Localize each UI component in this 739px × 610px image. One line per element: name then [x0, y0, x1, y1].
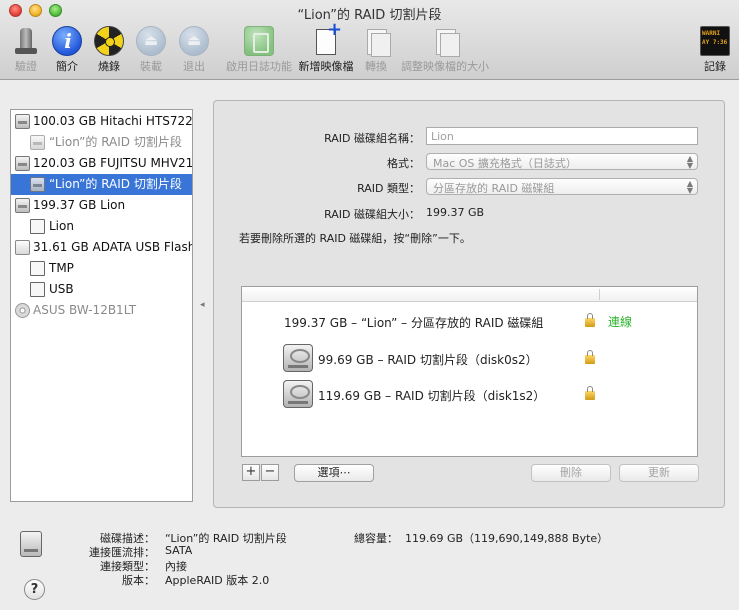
enable-journaling-button[interactable]: 啟用日誌功能 — [219, 26, 299, 74]
hard-disk-icon — [15, 114, 30, 129]
add-button[interactable]: + — [242, 464, 260, 481]
raid-size-label: RAID 磁碟組大小： — [324, 208, 420, 221]
volume-icon — [30, 261, 45, 276]
sidebar-item-optical-drive[interactable]: ASUS BW-12B1LT — [11, 300, 192, 321]
raid-set-row[interactable]: 199.37 GB – “Lion” – 分區存放的 RAID 磁碟組 連線 — [242, 307, 697, 337]
lock-icon — [585, 386, 595, 400]
raid-slice-icon — [30, 177, 45, 192]
sidebar-item-usb-volume[interactable]: USB — [11, 279, 192, 300]
sidebar-item-adata-usb[interactable]: 31.61 GB ADATA USB Flash... — [11, 237, 192, 258]
sidebar-item-fujitsu-disk[interactable]: 120.03 GB FUJITSU MHV21... — [11, 153, 192, 174]
delete-hint: 若要刪除所選的 RAID 磁碟組，按“刪除”一下。 — [239, 232, 471, 245]
usb-drive-icon — [15, 240, 30, 255]
sidebar-item-raid-slice-2[interactable]: “Lion”的 RAID 切割片段 — [11, 174, 192, 195]
update-button[interactable]: 更新 — [619, 464, 699, 482]
sidebar-item-raid-slice-1[interactable]: “Lion”的 RAID 切割片段 — [11, 132, 192, 153]
volume-icon — [30, 282, 45, 297]
hard-disk-icon — [283, 380, 313, 408]
journal-icon — [244, 26, 274, 56]
raid-slice-icon — [30, 135, 45, 150]
info-icon — [52, 26, 83, 56]
raid-type-popup[interactable]: 分區存放的 RAID 磁碟組 ▲ ▼ — [426, 178, 698, 195]
remove-button[interactable]: − — [261, 464, 279, 481]
hard-disk-icon — [283, 344, 313, 372]
raid-name-label: RAID 磁碟組名稱： — [324, 132, 420, 145]
version-value: AppleRAID 版本 2.0 — [165, 574, 270, 587]
version-label: 版本： — [122, 574, 155, 587]
raid-name-field[interactable]: Lion — [426, 127, 698, 145]
sidebar-splitter-handle[interactable]: ◂ — [200, 300, 205, 310]
disk-utility-window: “Lion”的 RAID 切割片段 驗證 簡介 燒錄 裝載 退出 啟用日誌功能 … — [0, 0, 739, 610]
resize-image-icon — [430, 26, 460, 57]
lock-icon — [585, 350, 595, 364]
hard-disk-icon — [15, 156, 30, 171]
sidebar-item-tmp-volume[interactable]: TMP — [11, 258, 192, 279]
log-console-icon: WARNI AY 7:36 — [700, 26, 730, 56]
raid-panel: RAID 磁碟組名稱： Lion 格式： Mac OS 擴充格式（日誌式） ▲ ▼… — [213, 100, 725, 508]
eject-icon — [179, 26, 209, 56]
popup-arrows-icon: ▲ ▼ — [686, 179, 693, 195]
connection-bus-value: SATA — [165, 544, 193, 557]
lock-icon — [585, 313, 595, 327]
resize-image-button[interactable]: 調整映像檔的大小 — [397, 26, 493, 74]
log-button[interactable]: WARNI AY 7:36 記錄 — [689, 26, 739, 74]
help-button[interactable]: ? — [24, 579, 45, 600]
format-popup[interactable]: Mac OS 擴充格式（日誌式） ▲ ▼ — [426, 153, 698, 170]
new-image-icon — [311, 19, 342, 56]
convert-button[interactable]: 轉換 — [350, 26, 402, 74]
raid-size-value: 199.37 GB — [426, 206, 485, 219]
raid-slice-row[interactable]: 99.69 GB – RAID 切割片段（disk0s2） — [242, 344, 697, 374]
sidebar-item-lion-volume[interactable]: Lion — [11, 216, 192, 237]
disk-list-sidebar[interactable]: 100.03 GB Hitachi HTS722... “Lion”的 RAID… — [10, 109, 193, 502]
options-button[interactable]: 選項⋯ — [294, 464, 374, 482]
total-capacity-value: 119.69 GB（119,690,149,888 Byte） — [405, 532, 609, 545]
raid-type-label: RAID 類型： — [357, 182, 420, 195]
selected-disk-icon — [20, 531, 42, 557]
burn-icon — [94, 26, 124, 56]
online-status: 連線 — [608, 315, 633, 329]
sidebar-item-lion-raid[interactable]: 199.37 GB Lion — [11, 195, 192, 216]
volume-icon — [30, 219, 45, 234]
toolbar: “Lion”的 RAID 切割片段 驗證 簡介 燒錄 裝載 退出 啟用日誌功能 … — [0, 0, 739, 80]
window-title: “Lion”的 RAID 切割片段 — [297, 8, 442, 23]
raid-set-icon — [15, 198, 30, 213]
raid-members-list[interactable]: 199.37 GB – “Lion” – 分區存放的 RAID 磁碟組 連線 9… — [241, 286, 698, 457]
format-label: 格式： — [387, 157, 420, 170]
microscope-icon — [11, 26, 41, 56]
convert-icon — [361, 26, 391, 57]
total-capacity-label: 總容量： — [354, 532, 398, 545]
sidebar-item-hitachi-disk[interactable]: 100.03 GB Hitachi HTS722... — [11, 111, 192, 132]
popup-arrows-icon: ▲ ▼ — [686, 154, 693, 170]
delete-button[interactable]: 刪除 — [531, 464, 611, 482]
list-header — [242, 287, 697, 302]
raid-slice-row[interactable]: 119.69 GB – RAID 切割片段（disk1s2） — [242, 380, 697, 410]
eject-button[interactable]: 退出 — [168, 26, 220, 74]
mount-icon — [136, 26, 166, 56]
optical-disc-icon — [15, 303, 30, 318]
